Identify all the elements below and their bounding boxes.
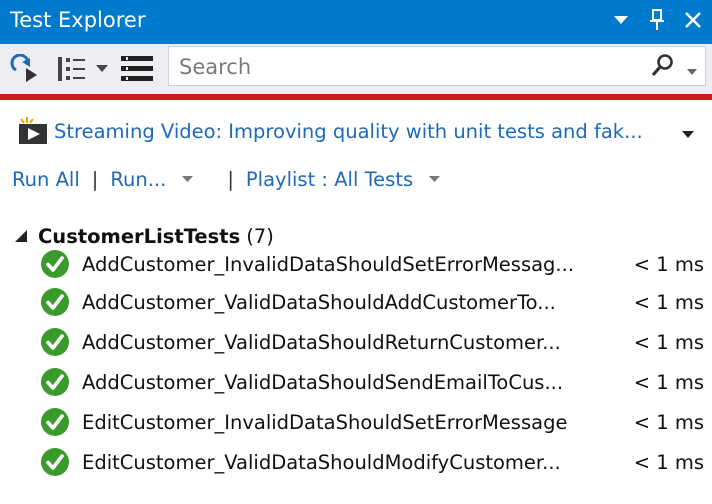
test-name: AddCustomer_ValidDataShouldReturnCustome…	[82, 330, 561, 354]
chevron-down-icon[interactable]	[610, 6, 632, 34]
test-row[interactable]: AddCustomer_ValidDataShouldReturnCustome…	[40, 325, 708, 359]
test-row[interactable]: AddCustomer_ValidDataShouldSendEmailToCu…	[40, 365, 708, 399]
test-duration: < 1 ms	[633, 290, 704, 314]
title-bar-icons	[610, 6, 704, 34]
video-icon	[18, 116, 48, 146]
check-circle-icon	[40, 447, 70, 477]
search-input[interactable]	[177, 51, 641, 83]
separator: |	[91, 167, 99, 191]
chevron-down-icon[interactable]	[682, 124, 694, 143]
check-circle-icon	[40, 287, 70, 317]
test-duration: < 1 ms	[633, 410, 704, 434]
test-duration: < 1 ms	[633, 330, 704, 354]
window-title: Test Explorer	[10, 8, 146, 32]
test-name: EditCustomer_InvalidDataShouldSetErrorMe…	[82, 410, 568, 434]
test-duration: < 1 ms	[633, 252, 704, 276]
run-all-link[interactable]: Run All	[12, 168, 80, 191]
search-box	[168, 46, 706, 86]
test-row[interactable]: AddCustomer_InvalidDataShouldSetErrorMes…	[40, 247, 708, 281]
test-row[interactable]: EditCustomer_InvalidDataShouldSetErrorMe…	[40, 405, 708, 439]
title-bar: Test Explorer	[0, 0, 712, 44]
test-duration: < 1 ms	[633, 450, 704, 474]
test-name: EditCustomer_ValidDataShouldModifyCustom…	[82, 450, 561, 474]
close-icon[interactable]	[682, 6, 704, 34]
chevron-down-icon[interactable]	[687, 61, 697, 80]
test-name: AddCustomer_ValidDataShouldSendEmailToCu…	[82, 370, 564, 394]
search-icon[interactable]	[651, 53, 675, 81]
test-name: AddCustomer_InvalidDataShouldSetErrorMes…	[82, 252, 575, 276]
pin-icon[interactable]	[646, 6, 668, 34]
run-bar: Run All | Run... | Playlist : All Tests	[12, 164, 441, 194]
check-circle-icon	[40, 327, 70, 357]
streaming-video-row: Streaming Video: Improving quality with …	[18, 114, 708, 148]
test-group-count: (7)	[246, 224, 274, 248]
test-row[interactable]: EditCustomer_ValidDataShouldModifyCustom…	[40, 445, 708, 479]
refresh-icon[interactable]	[10, 52, 40, 86]
test-group-header[interactable]: CustomerListTests (7)	[14, 222, 274, 250]
separator: |	[227, 167, 234, 191]
test-name: AddCustomer_ValidDataShouldAddCustomerTo…	[82, 290, 556, 314]
check-circle-icon	[40, 367, 70, 397]
playlist-dropdown-link[interactable]: Playlist : All Tests	[246, 168, 413, 191]
group-by-icon[interactable]	[56, 52, 88, 86]
check-circle-icon	[40, 249, 70, 279]
list-icon[interactable]	[120, 52, 154, 86]
chevron-down-icon[interactable]	[429, 172, 441, 186]
test-group-name: CustomerListTests	[38, 224, 241, 248]
check-circle-icon	[40, 407, 70, 437]
test-row[interactable]: AddCustomer_ValidDataShouldAddCustomerTo…	[40, 285, 708, 319]
expand-collapse-icon[interactable]	[14, 225, 28, 248]
test-duration: < 1 ms	[633, 370, 704, 394]
run-dropdown-link[interactable]: Run...	[110, 168, 166, 191]
chevron-down-icon[interactable]	[182, 172, 194, 186]
status-bar-divider	[0, 94, 712, 100]
chevron-down-icon[interactable]	[96, 52, 108, 86]
streaming-video-link[interactable]: Streaming Video: Improving quality with …	[54, 120, 643, 143]
